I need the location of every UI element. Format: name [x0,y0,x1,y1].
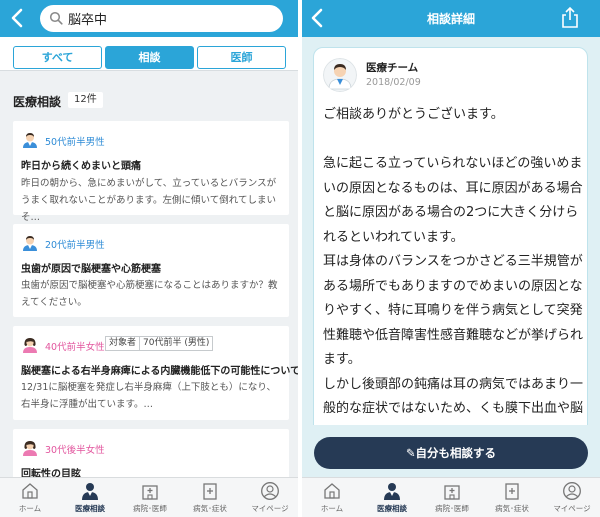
target-label-tag: 対象者 [105,336,141,351]
search-input[interactable] [68,9,273,28]
card-excerpt: 虫歯が原因で脳梗塞や心筋梗塞になることはありますか？教えてください。 [21,280,278,308]
share-icon[interactable] [559,6,581,30]
nav-hospital[interactable]: 病院･医師 [422,481,482,517]
hospital-icon [444,485,460,500]
nav-mypage[interactable]: マイページ [240,481,298,517]
tab-consultation[interactable]: 相談 [105,46,194,69]
user-icon [563,482,581,500]
bottom-navigation: ホーム 医療相談 病院･医師 病気･症状 マイページ [302,477,600,517]
card-excerpt: 昨日の朝から、急にめまいがして、立っているとバランスがうまく取れないことがありま… [21,178,277,223]
nav-label: 病院･医師 [133,504,167,513]
nav-home[interactable]: ホーム [0,481,60,517]
patient-meta: 50代前半男性 [45,137,105,148]
answer-card: 医療チーム 2018/02/09 ご相談ありがとうございます。 急に起こる立って… [313,47,588,487]
detail-header: 相談詳細 [302,0,600,37]
nav-mypage[interactable]: マイページ [542,481,600,517]
consultation-card[interactable]: 40代前半女性 対象者 70代前半 (男性) 脳梗塞による右半身麻痺による内臓機… [13,326,298,420]
answer-text: ご相談ありがとうございます。 急に起こる立っていられないほどの強いめまいの原因と… [323,103,585,446]
doctor-avatar-icon [323,58,357,92]
back-chevron-icon[interactable] [8,7,28,29]
card-title: 虫歯が原因で脳梗塞や心筋梗塞 [21,264,161,275]
user-icon [261,482,279,500]
doctor-icon [384,483,400,500]
doctor-icon [82,483,98,500]
male-avatar-icon [23,236,37,251]
patient-meta: 40代前半女性 [45,342,105,353]
nav-label: 病院･医師 [435,504,469,513]
tab-all[interactable]: すべて [13,46,102,69]
female-avatar-icon [23,338,37,353]
search-icon [49,11,63,25]
nav-label: 医療相談 [377,504,407,513]
page-title: 相談詳細 [426,12,475,26]
consultation-list-screen: すべて 相談 医師 医療相談 12件 50代前半男性 昨日から続くめまいと頭痛 … [0,0,298,517]
section-title: 医療相談 [13,95,62,109]
female-avatar-icon [23,441,37,456]
patient-meta: 30代後半女性 [45,445,105,456]
answer-paragraph: 耳は身体のバランスをつかさどる三半規管がある場所でもありますのでめまいの原因とな… [323,254,584,367]
nav-label: 病気･症状 [495,504,529,513]
tab-doctors[interactable]: 医師 [197,46,286,69]
nav-label: 医療相談 [75,504,105,513]
nav-home[interactable]: ホーム [302,481,362,517]
answer-paragraph: ご相談ありがとうございます。 [323,107,504,122]
target-age-tag: 70代前半 (男性) [139,336,214,351]
patient-meta: 20代前半男性 [45,240,105,251]
bottom-navigation: ホーム 医療相談 病院･医師 病気･症状 マイページ [0,477,298,517]
nav-disease[interactable]: 病気･症状 [482,481,542,517]
medical-book-icon [505,483,519,500]
card-title: 昨日から続くめまいと頭痛 [21,161,141,172]
card-excerpt: 12/31に脳梗塞を発症し右半身麻痺（上下肢とも）になり、右半身に浮腫が出ていま… [21,382,276,410]
nav-label: ホーム [18,504,42,513]
nav-label: 病気･症状 [193,504,227,513]
consultation-card[interactable]: 20代前半男性 虫歯が原因で脳梗塞や心筋梗塞 虫歯が原因で脳梗塞や心筋梗塞になる… [13,224,289,317]
search-box[interactable] [40,5,283,32]
male-avatar-icon [23,133,37,148]
nav-label: ホーム [320,504,344,513]
home-icon [324,483,340,499]
consult-myself-button[interactable]: ✎自分も相談する [314,437,588,469]
nav-consultation[interactable]: 医療相談 [60,481,120,517]
nav-label: マイページ [251,504,289,513]
consultation-detail-screen: 相談詳細 医療チーム 2018/02/09 ご相談ありがとうございます。 急に起… [302,0,600,517]
nav-hospital[interactable]: 病院･医師 [120,481,180,517]
tab-bar: すべて 相談 医師 [0,37,298,71]
result-count-badge: 12件 [68,92,103,108]
hospital-icon [142,485,158,500]
home-icon [22,483,38,499]
responder-name: 医療チーム [366,62,419,74]
nav-label: マイページ [553,504,591,513]
nav-consultation[interactable]: 医療相談 [362,481,422,517]
list-header [0,0,298,37]
nav-disease[interactable]: 病気･症状 [180,481,240,517]
card-title: 脳梗塞による右半身麻痺による内臓機能低下の可能性について [21,366,298,377]
medical-book-icon [203,483,217,500]
answer-paragraph: 急に起こる立っていられないほどの強いめまいの原因となるものは、耳に原因がある場合… [323,156,583,245]
answer-date: 2018/02/09 [366,77,421,88]
consultation-card[interactable]: 50代前半男性 昨日から続くめまいと頭痛 昨日の朝から、急にめまいがして、立って… [13,121,289,223]
